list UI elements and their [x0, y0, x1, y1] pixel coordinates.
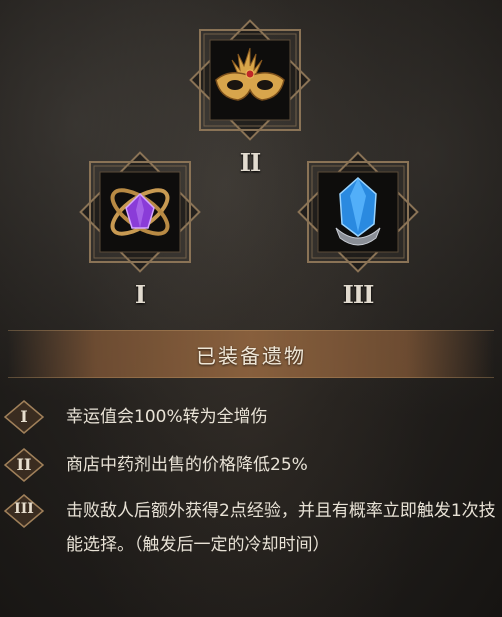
golden-masquerade-mask-icon [215, 47, 285, 101]
effect-text: 击败敌人后额外获得2点经验，并且有概率立即触发1次技能选择。（触发后一定的冷却时… [66, 501, 496, 555]
relic-numeral: II [239, 148, 261, 177]
effect-text: 幸运值会100%转为全增伤 [66, 407, 268, 427]
effect-numeral: I [20, 407, 28, 426]
effect-badge: II [4, 448, 44, 482]
section-title: 已装备遗物 [196, 344, 306, 368]
relic-slot-3[interactable]: III [278, 132, 438, 309]
effect-numeral: III [14, 501, 34, 517]
section-banner: 已装备遗物 [8, 330, 494, 378]
effect-numeral: II [16, 455, 32, 474]
relic-numeral: III [342, 280, 375, 309]
effect-badge: III [4, 494, 44, 528]
relic-numeral: I [134, 280, 146, 309]
purple-gem-orb-icon [110, 188, 170, 236]
blue-crystal-icon [335, 176, 381, 246]
effect-badge: I [4, 400, 44, 434]
relic-slot-1[interactable]: I [60, 132, 220, 309]
effect-text: 商店中药剂出售的价格降低25% [66, 455, 308, 475]
